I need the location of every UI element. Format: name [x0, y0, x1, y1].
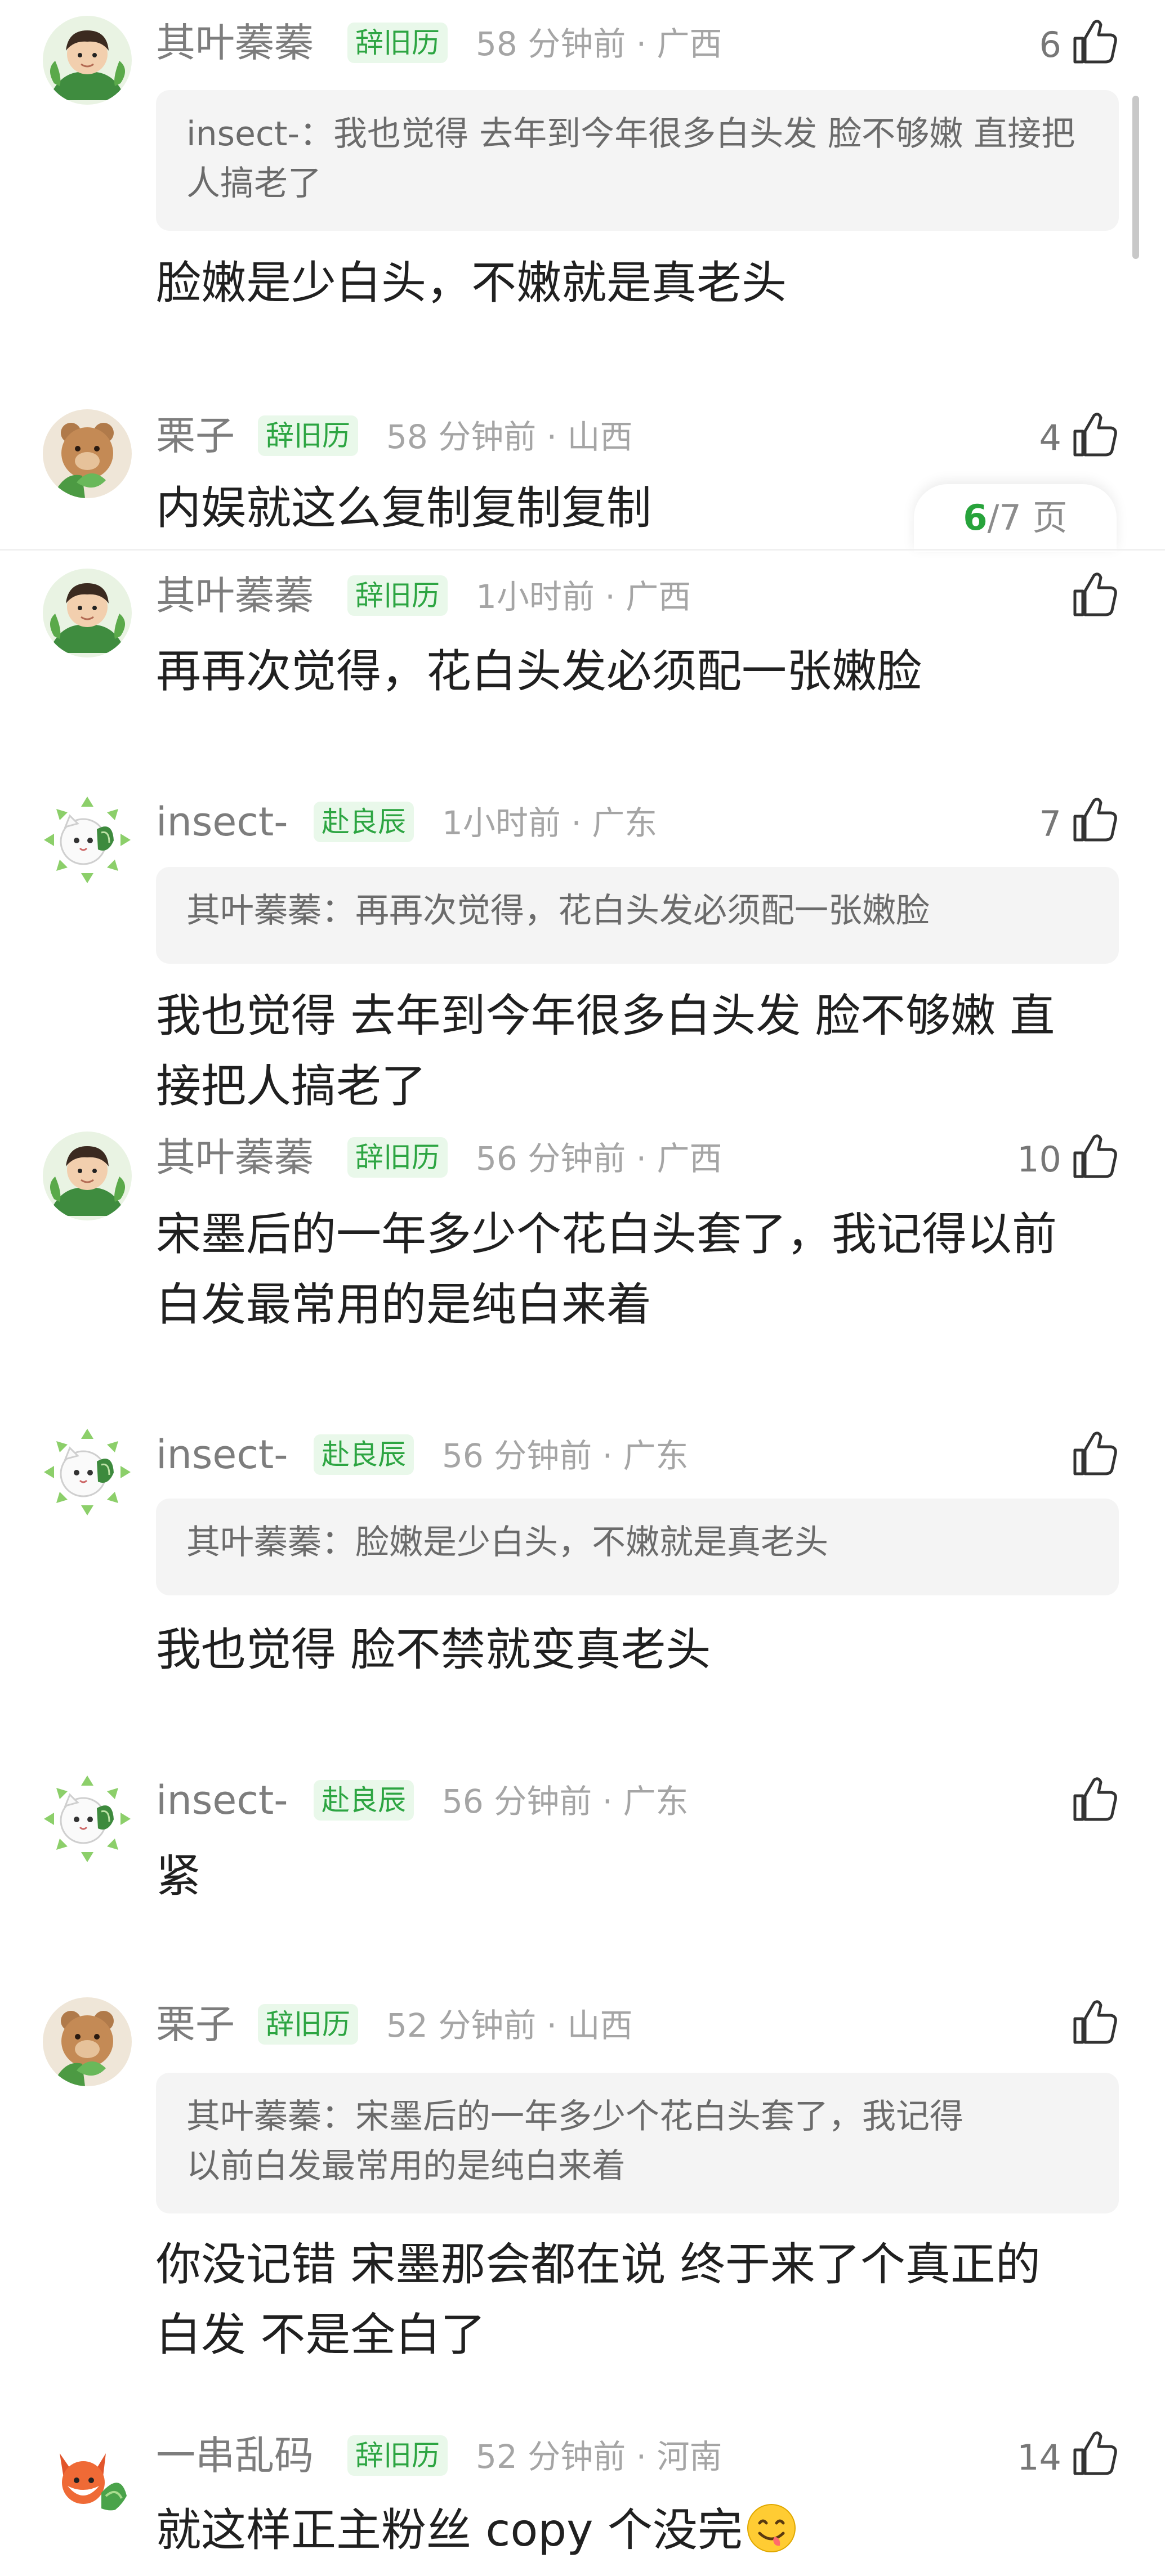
thumbs-up-icon[interactable]	[1068, 16, 1119, 66]
quoted-reply[interactable]: 其叶蓁蓁：宋墨后的一年多少个花白头套了，我记得 以前白发最常用的是纯白来着	[156, 2073, 1119, 2213]
username[interactable]: 栗子	[156, 413, 235, 458]
comment-text: 我也觉得 去年到今年很多白头发 脸不够嫩 直 接把人搞老了	[156, 981, 1124, 1121]
avatar[interactable]	[43, 409, 132, 498]
user-badge: 赴良辰	[314, 1434, 414, 1475]
username[interactable]: insect-	[156, 1778, 288, 1823]
comment-meta: 1小时前 · 广西	[476, 578, 691, 616]
comment-meta: 52 分钟前 · 山西	[386, 2006, 633, 2045]
yum-face-icon	[747, 2504, 796, 2552]
total-pages: /7 页	[987, 497, 1068, 538]
comment-text-line: 你没记错 宋墨那会都在说 终于来了个真正的	[156, 2238, 1041, 2291]
thumbs-up-icon[interactable]	[1068, 794, 1119, 844]
current-page: 6	[963, 497, 988, 538]
avatar[interactable]	[43, 1997, 132, 2086]
like-count: 6	[1039, 24, 1061, 65]
comment-meta: 58 分钟前 · 山西	[386, 418, 633, 456]
thumbs-up-icon[interactable]	[1068, 2427, 1119, 2478]
quoted-reply[interactable]: 其叶蓁蓁：再再次觉得，花白头发必须配一张嫩脸	[156, 867, 1119, 964]
comment-meta: 52 分钟前 · 河南	[476, 2438, 722, 2476]
avatar[interactable]	[43, 795, 132, 884]
comment-text: 再再次觉得，花白头发必须配一张嫩脸	[156, 645, 922, 697]
like-count: 14	[1017, 2437, 1061, 2478]
like-count: 4	[1039, 417, 1061, 458]
like-count: 7	[1039, 803, 1061, 844]
thumbs-up-icon[interactable]	[1068, 409, 1119, 459]
avatar[interactable]	[43, 2431, 132, 2520]
user-badge: 辞旧历	[347, 23, 448, 63]
avatar[interactable]	[43, 1428, 132, 1517]
quoted-reply[interactable]: insect-：我也觉得 去年到今年很多白头发 脸不够嫩 直接把人搞老了	[156, 90, 1119, 231]
thumbs-up-icon[interactable]	[1068, 1773, 1119, 1824]
comment-meta: 56 分钟前 · 广东	[442, 1782, 689, 1821]
username[interactable]: 其叶蓁蓁	[156, 1135, 314, 1180]
user-badge: 辞旧历	[347, 2435, 448, 2476]
thumbs-up-icon[interactable]	[1068, 1428, 1119, 1478]
avatar[interactable]	[43, 1774, 132, 1863]
username[interactable]: insect-	[156, 799, 288, 844]
comment-meta: 1小时前 · 广东	[442, 804, 658, 842]
page-indicator[interactable]: 6/7 页	[914, 484, 1117, 552]
user-badge: 辞旧历	[258, 2004, 358, 2045]
comment-text: 就这样正主粉丝 copy 个没完	[156, 2495, 1124, 2565]
comment-text-line: 宋墨后的一年多少个花白头套了，我记得以前	[156, 1208, 1057, 1260]
avatar[interactable]	[43, 16, 132, 105]
comment-text-content: 就这样正主粉丝 copy 个没完	[156, 2504, 743, 2556]
comment-text-line: 白发最常用的是纯白来着	[156, 1278, 651, 1331]
avatar[interactable]	[43, 569, 132, 658]
username[interactable]: 一串乱码	[156, 2433, 314, 2478]
scrollbar[interactable]	[1132, 96, 1139, 259]
comment-text-line: 白发 不是全白了	[156, 2309, 486, 2361]
comment-text: 我也觉得 脸不禁就变真老头	[156, 1624, 711, 1676]
thumbs-up-icon[interactable]	[1068, 1130, 1119, 1181]
thumbs-up-icon[interactable]	[1068, 569, 1119, 619]
comment-text-line: 接把人搞老了	[156, 1060, 426, 1112]
user-badge: 辞旧历	[347, 575, 448, 616]
quoted-reply[interactable]: 其叶蓁蓁：脸嫩是少白头，不嫩就是真老头	[156, 1499, 1119, 1595]
comment-text-line: 我也觉得 去年到今年很多白头发 脸不够嫩 直	[156, 990, 1055, 1042]
like-count: 10	[1017, 1139, 1061, 1180]
avatar[interactable]	[43, 1132, 132, 1220]
quoted-reply-line: 以前白发最常用的是纯白来着	[186, 2146, 626, 2186]
comment-text: 脸嫩是少白头，不嫩就是真老头	[156, 257, 787, 309]
comment-meta: 58 分钟前 · 广西	[476, 25, 722, 63]
user-badge: 辞旧历	[258, 415, 358, 456]
comment-text: 你没记错 宋墨那会都在说 终于来了个真正的 白发 不是全白了	[156, 2229, 1124, 2370]
divider	[0, 549, 1165, 551]
username[interactable]: 其叶蓁蓁	[156, 20, 314, 65]
thumbs-up-icon[interactable]	[1068, 1996, 1119, 2047]
username[interactable]: insect-	[156, 1432, 288, 1477]
username[interactable]: 其叶蓁蓁	[156, 573, 314, 618]
user-badge: 辞旧历	[347, 1137, 448, 1178]
username[interactable]: 栗子	[156, 2002, 235, 2047]
comment-meta: 56 分钟前 · 广西	[476, 1139, 722, 1178]
comment-text: 紧	[156, 1850, 201, 1902]
user-badge: 赴良辰	[314, 1780, 414, 1821]
quoted-reply-line: 其叶蓁蓁：宋墨后的一年多少个花白头套了，我记得	[186, 2097, 963, 2136]
comment-text: 宋墨后的一年多少个花白头套了，我记得以前 白发最常用的是纯白来着	[156, 1199, 1124, 1340]
user-badge: 赴良辰	[314, 802, 414, 842]
comment-meta: 56 分钟前 · 广东	[442, 1437, 689, 1475]
